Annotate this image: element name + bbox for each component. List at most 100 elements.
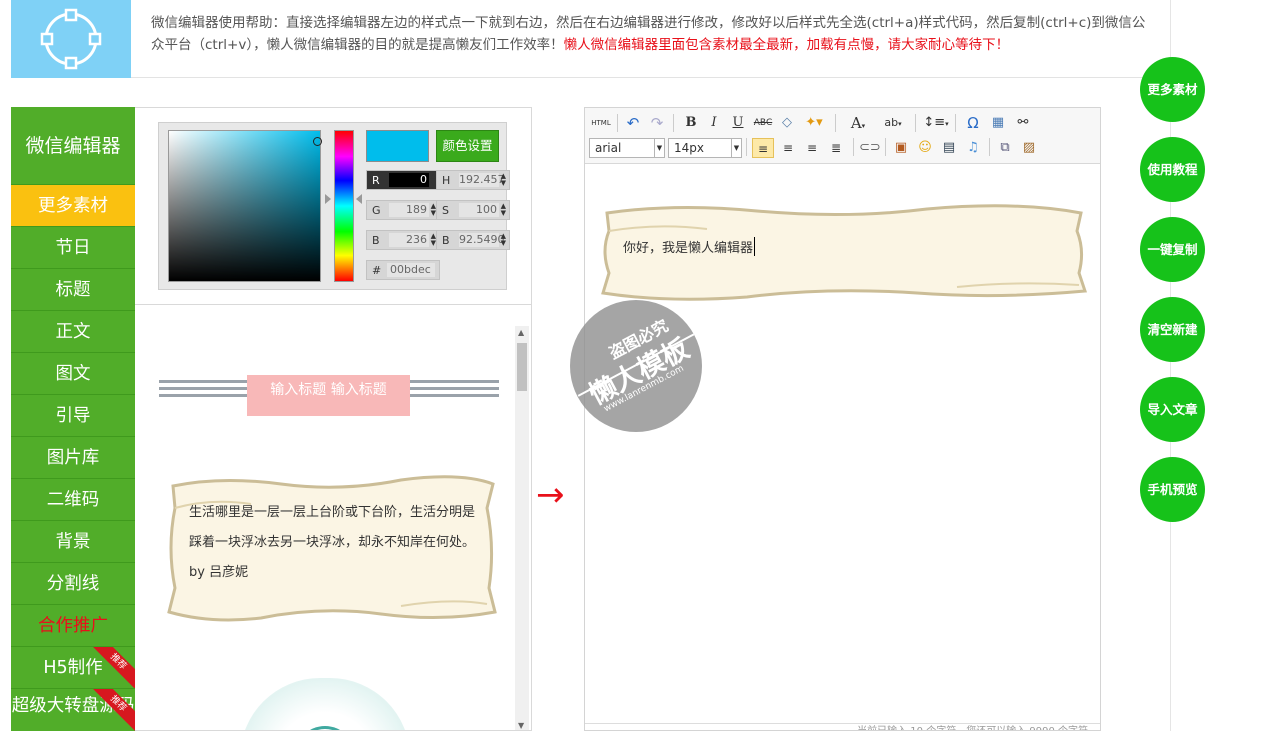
italic-icon[interactable]: I — [704, 113, 724, 133]
sidebar-item-divider[interactable]: 分割线 — [11, 563, 135, 605]
spinner-icon[interactable]: ▲ ▼ — [501, 233, 506, 247]
hue-arrow-right — [356, 194, 362, 204]
toolbar-separator — [915, 114, 916, 132]
color-swatch — [366, 130, 429, 162]
red-field[interactable]: R 0 ▲ ▼ — [366, 170, 440, 190]
panel-divider — [135, 304, 531, 305]
html-source-button[interactable]: HTML — [589, 113, 613, 133]
green-value[interactable]: 189 — [389, 203, 429, 217]
bold-icon[interactable]: B — [681, 113, 701, 133]
music-icon[interactable]: ♫ — [963, 138, 983, 158]
color-cursor[interactable] — [313, 137, 322, 146]
link-icon[interactable]: ⊂⊃ — [859, 138, 881, 158]
sidebar-item-h5[interactable]: H5制作 推荐 — [11, 647, 135, 689]
sidebar-item-guide[interactable]: 引导 — [11, 395, 135, 437]
font-family-select[interactable]: arial ▼ — [589, 138, 665, 158]
sidebar-item-image-text[interactable]: 图文 — [11, 353, 135, 395]
arrow-right-icon: → — [536, 475, 565, 515]
scroll-up-icon[interactable]: ▲ — [518, 328, 524, 337]
strikethrough-icon[interactable]: ABC — [752, 113, 774, 133]
spinner-icon[interactable]: ▲ ▼ — [501, 203, 506, 217]
chevron-down-icon[interactable]: ▼ — [654, 139, 664, 157]
toolbar-separator — [617, 114, 618, 132]
editor-text[interactable]: 你好，我是懒人编辑器 — [623, 237, 756, 256]
emoji-icon[interactable]: ☺ — [915, 138, 935, 158]
hue-field[interactable]: H 192.457 ▲ ▼ — [436, 170, 510, 190]
sidebar-item-background[interactable]: 背景 — [11, 521, 135, 563]
sidebar-item-qrcode[interactable]: 二维码 — [11, 479, 135, 521]
word-count-status: 当前已输入 10 个字符，您还可以输入 9990 个字符 — [585, 722, 1100, 730]
brightness-field[interactable]: B 92.5490 ▲ ▼ — [436, 230, 510, 250]
saturation-value[interactable]: 100 — [459, 203, 499, 217]
underline-icon[interactable]: U — [728, 113, 748, 133]
title-style-sample[interactable]: 输入标题 输入标题 — [159, 375, 499, 417]
hue-slider[interactable] — [334, 130, 354, 282]
sidebar-item-holiday[interactable]: 节日 — [11, 227, 135, 269]
sidebar-item-more-materials[interactable]: 更多素材 — [11, 185, 135, 227]
undo-icon[interactable]: ↶ — [623, 113, 643, 133]
brightness-value[interactable]: 92.5490 — [459, 233, 505, 247]
saturation-field[interactable]: S 100 ▲ ▼ — [436, 200, 510, 220]
scroll-sample-text: 生活哪里是一层一层上台阶或下台阶，生活分明是踩着一块浮冰去另一块浮冰，却永不知岸… — [189, 505, 476, 580]
saturation-value-square[interactable] — [168, 130, 322, 282]
highlight-color-icon[interactable]: ab▾ — [877, 113, 909, 133]
more-materials-button[interactable]: 更多素材 — [1140, 57, 1205, 122]
hex-field[interactable]: # 00bdec — [366, 260, 440, 280]
style-panel: 颜色设置 R 0 ▲ ▼ H 192.457 ▲ ▼ G 189 ▲ ▼ S 100 … — [135, 107, 532, 731]
blue-value[interactable]: 236 — [389, 233, 429, 247]
hue-arrow-left — [325, 194, 331, 204]
sidebar-item-lottery-source[interactable]: 超级大转盘源码 推荐 — [11, 689, 135, 731]
chevron-down-icon[interactable]: ▼ — [731, 139, 741, 157]
color-set-button[interactable]: 颜色设置 — [436, 130, 499, 162]
help-text: 微信编辑器使用帮助：直接选择编辑器左边的样式点一下就到右边，然后在右边编辑器进行… — [151, 12, 1151, 56]
font-color-icon[interactable]: A▾ — [843, 113, 873, 133]
red-value[interactable]: 0 — [389, 173, 429, 187]
toolbar-separator — [885, 138, 886, 156]
table-icon[interactable]: ▦ — [988, 113, 1008, 133]
paste-icon[interactable]: ▨ — [1019, 138, 1039, 158]
font-size-select[interactable]: 14px ▼ — [668, 138, 742, 158]
line-height-icon[interactable]: ↕≡▾ — [921, 113, 951, 133]
logo — [11, 0, 131, 78]
panel-scrollbar[interactable]: ▲ ▼ — [515, 326, 529, 730]
title-sample-text: 输入标题 输入标题 — [247, 375, 410, 416]
hex-value[interactable]: 00bdec — [387, 263, 435, 277]
blue-label: B — [372, 234, 380, 247]
align-left-icon[interactable]: ≡ — [752, 138, 774, 158]
import-article-button[interactable]: 导入文章 — [1140, 377, 1205, 442]
round-style-sample[interactable] — [240, 678, 410, 730]
image-icon[interactable]: ▣ — [891, 138, 911, 158]
editor-content-area[interactable]: 你好，我是懒人编辑器 — [585, 165, 1100, 720]
format-brush-icon[interactable]: ✦▾ — [801, 113, 827, 133]
search-replace-icon[interactable]: ⚯ — [1013, 113, 1033, 133]
scroll-thumb[interactable] — [517, 343, 527, 391]
watermark-seal: 盗图必究 懒人模板 www.lanrenmb.com — [570, 300, 702, 432]
copy-all-button[interactable]: 一键复制 — [1140, 217, 1205, 282]
hex-label: # — [372, 264, 382, 277]
font-family-value: arial — [595, 141, 622, 155]
scroll-style-sample[interactable]: 生活哪里是一层一层上台阶或下台阶，生活分明是踩着一块浮冰去另一块浮冰，却永不知岸… — [161, 468, 501, 632]
eraser-icon[interactable]: ◇ — [777, 113, 797, 133]
sidebar-item-image-library[interactable]: 图片库 — [11, 437, 135, 479]
sidebar-item-body[interactable]: 正文 — [11, 311, 135, 353]
special-char-icon[interactable]: Ω — [963, 113, 983, 133]
blue-field[interactable]: B 236 ▲ ▼ — [366, 230, 440, 250]
align-center-icon[interactable]: ≡ — [777, 138, 799, 158]
spinner-icon[interactable]: ▲ ▼ — [501, 173, 506, 187]
tutorial-button[interactable]: 使用教程 — [1140, 137, 1205, 202]
sidebar-item-partnership[interactable]: 合作推广 — [11, 605, 135, 647]
loading-notice: 懒人微信编辑器里面包含素材最全最新，加载有点慢，请大家耐心等待下！ — [563, 37, 1010, 53]
mobile-preview-button[interactable]: 手机预览 — [1140, 457, 1205, 522]
green-field[interactable]: G 189 ▲ ▼ — [366, 200, 440, 220]
hue-value[interactable]: 192.457 — [459, 173, 505, 187]
copy-icon[interactable]: ⧉ — [995, 138, 1015, 158]
align-justify-icon[interactable]: ≣ — [825, 138, 847, 158]
video-icon[interactable]: ▤ — [939, 138, 959, 158]
clear-new-button[interactable]: 清空新建 — [1140, 297, 1205, 362]
redo-icon[interactable]: ↷ — [647, 113, 667, 133]
color-picker: 颜色设置 R 0 ▲ ▼ H 192.457 ▲ ▼ G 189 ▲ ▼ S 100 … — [158, 122, 510, 290]
scroll-down-icon[interactable]: ▼ — [518, 721, 524, 730]
align-right-icon[interactable]: ≡ — [801, 138, 823, 158]
sidebar-item-title[interactable]: 标题 — [11, 269, 135, 311]
word-count-text: 当前已输入 10 个字符，您还可以输入 9990 个字符 — [857, 722, 1088, 730]
